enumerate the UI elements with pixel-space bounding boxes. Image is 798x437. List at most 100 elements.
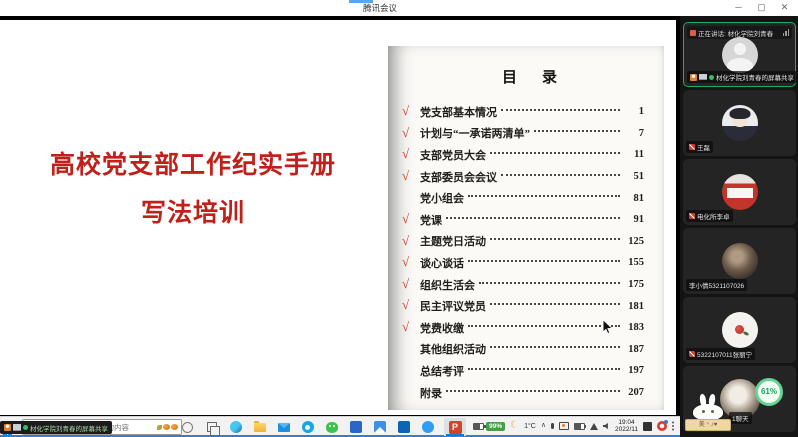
toc-item-label: 组织生活会	[420, 277, 475, 293]
toc-dot-leader	[490, 152, 620, 154]
toc-dot-leader	[501, 109, 620, 111]
window-titlebar: 腾讯会议 ─ ▢ ✕	[0, 0, 798, 16]
participant-avatar	[722, 105, 758, 141]
clock-time: 19:04	[615, 419, 638, 427]
system-tray: 99% ☾ 1°C ∧ 19:04 2022/11	[473, 417, 674, 435]
task-view-button[interactable]	[204, 418, 219, 436]
screen-share-toast[interactable]: 材化学院刘青春的屏幕共享	[0, 421, 112, 434]
presenter-icon	[4, 424, 11, 431]
slide-heading-line1: 高校党支部工作纪实手册	[26, 150, 360, 180]
participant-tile[interactable]: 王磊	[683, 90, 796, 156]
toc-item-page: 51	[624, 171, 644, 182]
outlook-icon[interactable]	[396, 418, 411, 436]
participant-name-chip: 李小倩5321107026	[686, 279, 747, 291]
tray-mic-icon[interactable]	[551, 423, 554, 429]
toc-dot-leader	[446, 390, 620, 392]
participant-name-chip: 材化学院刘青春的屏幕共享	[687, 71, 797, 83]
shared-screen-slide: 高校党支部工作纪实手册 写法培训 目 录 √ 党支部基本情况 1 √ 计划与“一…	[0, 20, 676, 415]
windows-taskbar: P 99% ☾ 1°C ∧ 19:04 2022/11	[0, 416, 680, 437]
toc-item-page: 1	[624, 106, 644, 117]
slide-heading: 高校党支部工作纪实手册 写法培训	[26, 150, 360, 228]
mic-muted-icon	[689, 144, 695, 150]
participant-tile[interactable]: 1聊天 61%美丶♪♥	[683, 366, 796, 432]
toc-row: √ 支部党员大会 11	[420, 144, 644, 166]
toc-row: 党小组会 81	[420, 187, 644, 209]
battery-percent: 99%	[486, 422, 505, 431]
participant-avatar	[722, 174, 758, 210]
toc-row: 总结考评 197	[420, 360, 644, 382]
window-title: 腾讯会议	[330, 0, 430, 16]
toc-row: √ 党支部基本情况 1	[420, 101, 644, 123]
tim-icon[interactable]	[420, 418, 435, 436]
toc-item-label: 谈心谈话	[420, 255, 464, 271]
toc-item-label: 总结考评	[420, 363, 464, 379]
powerpoint-taskbar-button[interactable]: P	[444, 418, 466, 436]
night-mode-icon[interactable]: ☾	[510, 421, 519, 431]
clock-date: 2022/11	[615, 426, 638, 434]
mic-on-icon	[23, 425, 28, 430]
edge-icon[interactable]	[228, 418, 243, 436]
tray-expand-icon[interactable]: ∧	[541, 422, 546, 430]
participant-name-chip: 5322107011张丽宁	[686, 348, 755, 360]
ime-indicator-icon[interactable]	[643, 422, 652, 431]
tray-screenshare-icon[interactable]	[559, 422, 569, 430]
toc-list: √ 党支部基本情况 1 √ 计划与“一承诺两清单” 7 √ 支部党员大会 11 …	[420, 101, 644, 403]
mic-muted-icon	[689, 351, 695, 357]
participant-name: 王磊	[697, 142, 710, 152]
toc-dot-leader	[446, 217, 620, 219]
sticker-label: 美丶♪♥	[685, 419, 731, 431]
toc-item-page: 183	[624, 322, 644, 333]
toc-item-page: 197	[624, 365, 644, 376]
toc-checkmark: √	[402, 233, 409, 249]
toc-dot-leader	[490, 238, 620, 240]
network-icon[interactable]	[590, 423, 598, 430]
mail-icon[interactable]	[276, 418, 291, 436]
battery-widget[interactable]: 99%	[473, 422, 505, 431]
toc-row: √ 组织生活会 175	[420, 274, 644, 296]
notification-app-icon[interactable]	[657, 421, 667, 431]
toc-item-label: 党支部基本情况	[420, 104, 497, 120]
meeting-window: 腾讯会议 ─ ▢ ✕ 高校党支部工作纪实手册 写法培训 目 录 √ 党支部基本情…	[0, 0, 798, 437]
participant-name: 电化所李卓	[697, 211, 730, 221]
more-icon[interactable]	[672, 425, 674, 427]
participant-tile-presenter[interactable]: 正在讲话: 材化学院刘青春 材化学院刘青春的屏幕共享	[683, 22, 796, 87]
halloween-decoration	[157, 424, 178, 430]
window-controls: ─ ▢ ✕	[727, 0, 796, 16]
file-explorer-icon[interactable]	[252, 418, 267, 436]
photos-app-icon[interactable]	[372, 418, 387, 436]
volume-icon[interactable]	[603, 423, 610, 430]
toc-dot-leader	[501, 174, 620, 176]
toc-item-label: 计划与“一承诺两清单”	[420, 125, 530, 141]
toc-row: √ 党课 91	[420, 209, 644, 231]
toc-item-label: 主题党日活动	[420, 233, 486, 249]
maximize-button[interactable]: ▢	[750, 0, 773, 16]
participant-tile[interactable]: 5322107011张丽宁	[683, 297, 796, 363]
participant-tile[interactable]: 李小倩5321107026	[683, 228, 796, 294]
toc-row: 其他组织活动 187	[420, 339, 644, 361]
toc-dot-leader	[468, 260, 620, 262]
toc-item-label: 党小组会	[420, 190, 464, 206]
toc-item-page: 175	[624, 279, 644, 290]
temperature-widget[interactable]: 1°C	[524, 423, 536, 430]
toc-item-page: 155	[624, 257, 644, 268]
app-icon-blue[interactable]	[348, 418, 363, 436]
close-button[interactable]: ✕	[773, 0, 796, 16]
cortana-button[interactable]	[180, 418, 195, 436]
toc-item-page: 125	[624, 236, 644, 247]
tray-battery-icon[interactable]	[574, 423, 585, 430]
battery-badge: 61%	[755, 378, 783, 406]
participant-name: 5322107011张丽宁	[697, 349, 752, 359]
browser-icon[interactable]	[300, 418, 315, 436]
toc-item-page: 11	[624, 149, 644, 160]
toc-item-label: 党费收缴	[420, 320, 464, 336]
toc-row: √ 计划与“一承诺两清单” 7	[420, 123, 644, 145]
toc-book-page: 目 录 √ 党支部基本情况 1 √ 计划与“一承诺两清单” 7 √ 支部党员大会…	[388, 46, 664, 410]
toc-item-label: 附录	[420, 385, 442, 401]
participant-tile[interactable]: 电化所李卓	[683, 159, 796, 225]
toc-dot-leader	[490, 346, 620, 348]
taskbar-clock[interactable]: 19:04 2022/11	[615, 419, 638, 434]
wechat-icon[interactable]	[324, 418, 339, 436]
toc-item-label: 民主评议党员	[420, 298, 486, 314]
toc-checkmark: √	[402, 319, 409, 335]
minimize-button[interactable]: ─	[727, 0, 750, 16]
